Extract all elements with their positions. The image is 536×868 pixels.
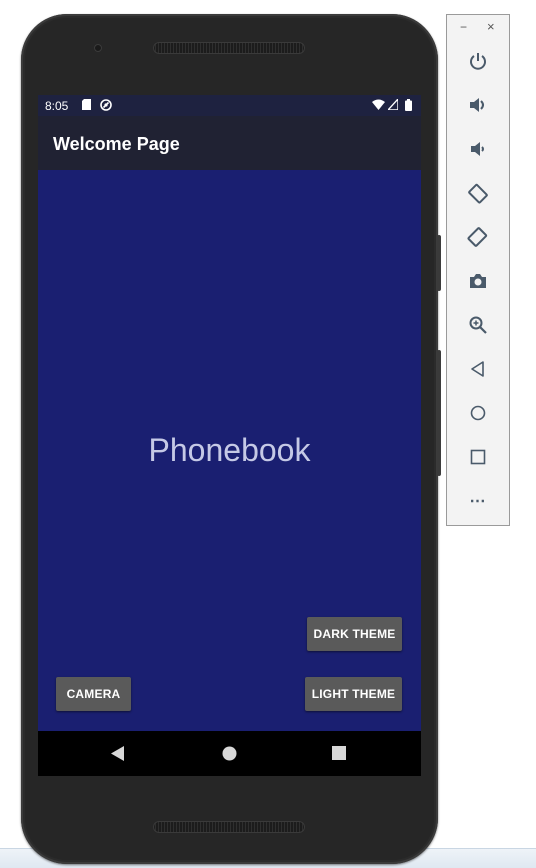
power-icon[interactable] <box>463 46 493 76</box>
front-camera <box>94 44 102 52</box>
power-key <box>437 235 441 291</box>
toolbar-header: − × <box>447 15 509 41</box>
volume-up-icon[interactable] <box>463 90 493 120</box>
more-icon[interactable]: ⋯ <box>463 486 493 516</box>
top-speaker <box>153 42 305 54</box>
home-icon[interactable] <box>463 398 493 428</box>
rotate-left-icon[interactable] <box>463 178 493 208</box>
sync-icon <box>100 99 112 111</box>
emulator-toolbar: − × ⋯ <box>446 14 510 526</box>
wifi-icon <box>372 99 385 110</box>
light-theme-button[interactable]: LIGHT THEME <box>305 677 402 711</box>
app-bar: Welcome Page <box>38 116 421 170</box>
close-button[interactable]: × <box>487 19 495 34</box>
status-bar: 8:05 <box>38 95 421 116</box>
zoom-icon[interactable] <box>463 310 493 340</box>
back-icon[interactable] <box>463 354 493 384</box>
camera-icon[interactable] <box>463 266 493 296</box>
device-screen: 8:05 Welcome Page Phonebook DARK THEME C… <box>38 95 421 776</box>
camera-button[interactable]: CAMERA <box>56 677 131 711</box>
battery-icon <box>405 99 412 111</box>
sd-card-icon <box>82 99 91 110</box>
signal-icon <box>386 97 399 111</box>
back-icon[interactable] <box>111 746 125 766</box>
status-time: 8:05 <box>45 99 69 113</box>
volume-down-icon[interactable] <box>463 134 493 164</box>
home-icon[interactable] <box>222 746 237 766</box>
minimize-button[interactable]: − <box>460 20 467 34</box>
recents-icon[interactable] <box>332 746 346 765</box>
phonebook-heading: Phonebook <box>148 432 311 468</box>
bottom-speaker <box>153 821 305 833</box>
volume-key <box>437 350 441 476</box>
rotate-right-icon[interactable] <box>463 222 493 252</box>
page-title: Welcome Page <box>53 134 180 154</box>
main-content: Phonebook DARK THEME CAMERA LIGHT THEME <box>38 170 421 731</box>
navigation-bar <box>38 731 421 776</box>
overview-icon[interactable] <box>463 442 493 472</box>
dark-theme-button[interactable]: DARK THEME <box>307 617 402 651</box>
